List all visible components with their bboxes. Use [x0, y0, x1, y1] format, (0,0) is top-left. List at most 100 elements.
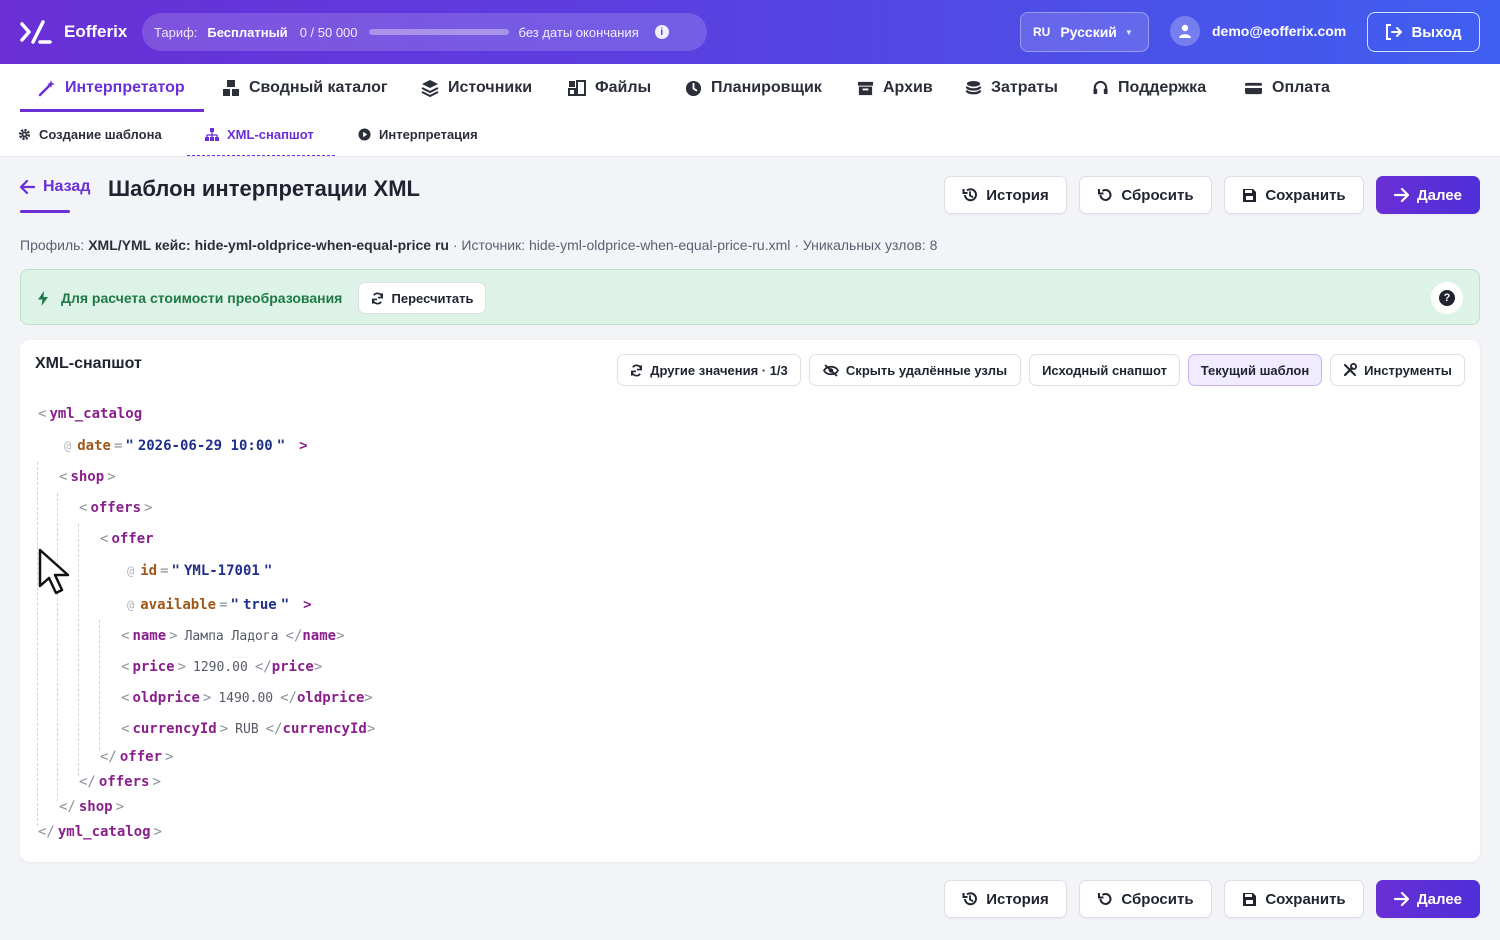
- xml-node-close[interactable]: </offer >: [97, 749, 176, 765]
- reset-button-bottom[interactable]: Сбросить: [1079, 880, 1212, 918]
- current-template-label: Текущий шаблон: [1200, 362, 1310, 378]
- xml-node-close[interactable]: </offers >: [76, 774, 164, 790]
- nav-item-archive[interactable]: Архив: [857, 64, 933, 112]
- chevron-down-icon: ▼: [1124, 27, 1133, 37]
- nav-item-label: Архив: [883, 79, 933, 96]
- xml-attribute[interactable]: @ date = " 2026-06-29 10:00 " >: [64, 438, 308, 454]
- gear-icon: [18, 128, 31, 140]
- xml-tag: name: [132, 628, 167, 644]
- nav-item-interpreter[interactable]: Интерпретатор: [38, 64, 185, 112]
- original-snapshot-button[interactable]: Исходный снапшот: [1029, 354, 1180, 386]
- unique-nodes-info: · Уникальных узлов: 8: [794, 237, 938, 253]
- archive-icon: [857, 81, 874, 95]
- user-email: demo@eofferix.com: [1212, 23, 1347, 39]
- undo-icon: [1098, 893, 1112, 905]
- xml-leaf-node[interactable]: < oldprice >1490.00 </oldprice >: [118, 690, 376, 706]
- next-label: Далее: [1416, 890, 1463, 908]
- xml-text: RUB: [235, 721, 259, 737]
- mouse-cursor-icon: [38, 548, 70, 595]
- history-button[interactable]: История: [944, 176, 1067, 214]
- back-underline: [20, 210, 70, 213]
- xml-attribute[interactable]: @ id = " YML-17001 ": [127, 563, 272, 579]
- magic-wand-icon: [38, 80, 55, 97]
- tab-xml-snapshot[interactable]: XML-снапшот: [205, 112, 314, 156]
- other-values-button[interactable]: Другие значения · 1/3: [617, 354, 801, 386]
- xml-node-open[interactable]: < offers >: [76, 500, 155, 516]
- help-button[interactable]: ?: [1431, 282, 1463, 314]
- card-title: XML-снапшот: [35, 355, 142, 372]
- question-icon: ?: [1439, 290, 1455, 306]
- original-snapshot-label: Исходный снапшот: [1042, 362, 1167, 378]
- instruments-button[interactable]: Инструменты: [1330, 354, 1465, 386]
- play-circle-icon: [358, 127, 371, 141]
- nav-item-catalog[interactable]: Сводный каталог: [222, 64, 388, 112]
- logout-button[interactable]: Выход: [1367, 12, 1480, 52]
- xml-node-open[interactable]: < offer: [97, 531, 154, 547]
- sub-nav: Создание шаблона XML-снапшот Интерпретац…: [0, 112, 1500, 157]
- main-nav: Интерпретатор Сводный каталог Источники …: [0, 64, 1500, 112]
- nav-item-label: Источники: [448, 79, 533, 96]
- nav-item-label: Поддержка: [1118, 79, 1207, 96]
- credit-card-icon: [1245, 82, 1262, 94]
- xml-node-open[interactable]: < shop >: [56, 469, 119, 485]
- xml-text: Лампа Ладога: [184, 628, 279, 644]
- language-select[interactable]: RU Русский ▼: [1020, 12, 1149, 52]
- nav-item-support[interactable]: Поддержка: [1092, 64, 1206, 112]
- floppy-icon: [1243, 892, 1257, 906]
- xml-attr-name: id: [140, 563, 158, 579]
- logo[interactable]: Eofferix: [20, 18, 127, 46]
- info-icon[interactable]: i: [654, 25, 669, 39]
- reset-button[interactable]: Сбросить: [1079, 176, 1212, 214]
- nav-item-costs[interactable]: Затраты: [965, 64, 1058, 112]
- source-info: · Источник: hide-yml-oldprice-when-equal…: [452, 237, 791, 253]
- xml-attr-name: available: [140, 597, 217, 613]
- nav-item-label: Интерпретатор: [65, 79, 185, 96]
- nav-item-label: Планировщик: [711, 79, 822, 96]
- undo-icon: [1098, 189, 1112, 201]
- xml-leaf-node[interactable]: < name > Лампа Ладога </name >: [118, 628, 348, 644]
- avatar: [1170, 16, 1200, 46]
- back-link[interactable]: Назад: [20, 178, 90, 196]
- hide-deleted-nodes-button[interactable]: Скрыть удалённые узлы: [809, 354, 1021, 386]
- hide-deleted-label: Скрыть удалённые узлы: [845, 362, 1008, 378]
- clock-icon: [685, 80, 702, 96]
- current-template-button[interactable]: Текущий шаблон: [1188, 354, 1322, 386]
- user-menu[interactable]: demo@eofferix.com: [1170, 16, 1346, 46]
- app-name: Eofferix: [64, 22, 128, 41]
- xml-tag-close: price: [271, 659, 314, 675]
- tools-icon: [1343, 363, 1358, 377]
- bolt-icon: [38, 290, 48, 306]
- save-button[interactable]: Сохранить: [1224, 176, 1364, 214]
- xml-leaf-node[interactable]: < currencyId > RUB </currencyId >: [118, 721, 378, 737]
- logout-label: Выход: [1411, 23, 1462, 41]
- tariff-expiry: без даты окончания: [518, 24, 639, 40]
- refresh-icon: [371, 292, 383, 304]
- xml-tag: offer: [111, 531, 154, 547]
- nav-item-label: Оплата: [1272, 79, 1330, 96]
- tab-template-creation[interactable]: Создание шаблона: [18, 112, 162, 156]
- xml-leaf-node[interactable]: < price >1290.00 </price >: [118, 659, 325, 675]
- xml-tag: offer: [119, 749, 163, 765]
- tariff-plan: Бесплатный: [207, 24, 288, 40]
- coins-icon: [965, 80, 982, 94]
- xml-attribute[interactable]: @ available = " true " >: [127, 597, 312, 613]
- nav-item-sources[interactable]: Источники: [421, 64, 532, 112]
- save-label: Сохранить: [1265, 186, 1346, 204]
- boxes-icon: [223, 80, 239, 96]
- logo-icon: [20, 20, 52, 44]
- tab-interpretation[interactable]: Интерпретация: [358, 112, 478, 156]
- nav-item-scheduler[interactable]: Планировщик: [685, 64, 822, 112]
- alert-message: Для расчета стоимости преобразования: [37, 270, 342, 326]
- xml-node-open[interactable]: < yml_catalog: [35, 406, 142, 422]
- language-name: Русский: [1060, 24, 1117, 40]
- next-button-bottom[interactable]: Далее: [1376, 880, 1480, 918]
- save-button-bottom[interactable]: Сохранить: [1224, 880, 1364, 918]
- nav-item-files[interactable]: Файлы: [568, 64, 651, 112]
- xml-node-close[interactable]: </yml_catalog >: [35, 824, 165, 840]
- nav-item-payment[interactable]: Оплата: [1244, 64, 1330, 112]
- language-code: RU: [1033, 25, 1051, 39]
- history-button-bottom[interactable]: История: [944, 880, 1067, 918]
- next-button[interactable]: Далее: [1376, 176, 1480, 214]
- recalculate-button[interactable]: Пересчитать: [358, 282, 486, 314]
- xml-node-close[interactable]: </shop >: [56, 799, 127, 815]
